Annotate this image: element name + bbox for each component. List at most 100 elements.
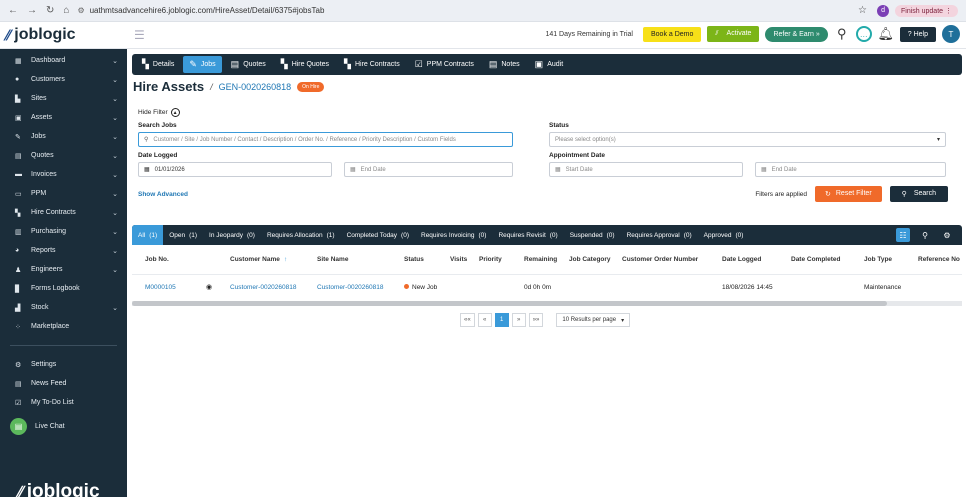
- sidebar-item-reports[interactable]: ◕ Reports ⌄: [0, 241, 127, 260]
- back-icon[interactable]: ←: [8, 5, 18, 16]
- first-page-button[interactable]: ««: [460, 313, 475, 327]
- sidebar-item-jobs[interactable]: ✎ Jobs ⌄: [0, 127, 127, 146]
- messages-icon[interactable]: …: [855, 26, 872, 42]
- page-1-button[interactable]: 1: [494, 313, 509, 327]
- map-pin-icon[interactable]: ⚲: [918, 228, 932, 242]
- next-page-button[interactable]: »: [511, 313, 526, 327]
- user-avatar[interactable]: T: [942, 25, 960, 43]
- sidebar-item-engineers[interactable]: ♟ Engineers ⌄: [0, 260, 127, 279]
- sidebar-item-marketplace[interactable]: ⁘ Marketplace: [0, 317, 127, 336]
- address-bar[interactable]: uathmtsadvancehire6.joblogic.com/HireAss…: [90, 6, 858, 15]
- results-per-page-select[interactable]: 10 Results per page ▾: [556, 313, 631, 327]
- site-settings-icon[interactable]: ⚙: [77, 6, 84, 15]
- global-search-icon[interactable]: ⚲: [834, 26, 850, 42]
- date-logged-end-input[interactable]: ▦ End Date: [344, 162, 513, 177]
- tab-quotes[interactable]: ▤ Quotes: [225, 56, 272, 73]
- tab-hire-contracts[interactable]: ▚ Hire Contracts: [338, 56, 406, 73]
- status-tab-suspended[interactable]: Suspended (0): [564, 225, 621, 245]
- sidebar-item-sites[interactable]: ▙ Sites ⌄: [0, 89, 127, 108]
- tab-notes[interactable]: ▤ Notes: [483, 56, 526, 73]
- home-icon[interactable]: ⌂: [63, 5, 69, 16]
- search-button[interactable]: ⚲ Search: [889, 186, 948, 202]
- status-tab-open[interactable]: Open (1): [163, 225, 203, 245]
- sidebar-item-purchasing[interactable]: ▥ Purchasing ⌄: [0, 222, 127, 241]
- cell-site[interactable]: Customer-0020260818: [317, 284, 384, 291]
- column-header-job-no[interactable]: Job No.: [145, 256, 169, 263]
- chevron-down-icon: ⌄: [112, 57, 118, 65]
- show-advanced-link[interactable]: Show Advanced: [138, 191, 188, 198]
- asset-code[interactable]: GEN-0020260818: [219, 82, 292, 92]
- column-header-date-logged[interactable]: Date Logged: [722, 256, 761, 263]
- status-tab-label: Requires Revisit: [498, 231, 546, 239]
- tab-hire-quotes[interactable]: ▚ Hire Quotes: [275, 56, 335, 73]
- status-tab-approved[interactable]: Approved (0): [698, 225, 750, 245]
- book-demo-button[interactable]: Book a Demo: [642, 26, 702, 42]
- sidebar-item-ppm[interactable]: ▭ PPM ⌄: [0, 184, 127, 203]
- tab-audit[interactable]: ▣ Audit: [529, 56, 569, 73]
- sidebar-item-forms-logbook[interactable]: ▊ Forms Logbook: [0, 279, 127, 298]
- bookmark-star-icon[interactable]: ☆: [858, 5, 867, 16]
- sidebar-item-my-to-do-list[interactable]: ☑ My To-Do List: [0, 393, 127, 412]
- status-tab-requires-revisit[interactable]: Requires Revisit (0): [492, 225, 563, 245]
- sidebar-item-hire-contracts[interactable]: ▚ Hire Contracts ⌄: [0, 203, 127, 222]
- finish-update-button[interactable]: Finish update ⋮: [895, 4, 958, 17]
- status-tab-all[interactable]: All (1): [132, 225, 164, 245]
- notifications-bell-icon[interactable]: 🔔︎: [878, 26, 895, 42]
- cell-job-no[interactable]: M0000105: [145, 284, 176, 291]
- status-tab-requires-invoicing[interactable]: Requires Invoicing (0): [415, 225, 492, 245]
- sidebar-item-news-feed[interactable]: ▤ News Feed: [0, 374, 127, 393]
- sidebar-item-quotes[interactable]: ▤ Quotes ⌄: [0, 146, 127, 165]
- column-settings-icon[interactable]: ⚙: [940, 228, 954, 242]
- appointment-end-input[interactable]: ▦ End Date: [755, 162, 946, 177]
- column-header-customer-name[interactable]: Customer Name: [230, 256, 280, 263]
- list-view-icon[interactable]: ☷: [896, 228, 910, 242]
- sidebar-item-stock[interactable]: ▟ Stock ⌄: [0, 298, 127, 317]
- reload-icon[interactable]: ↻: [46, 5, 54, 16]
- search-jobs-input[interactable]: ⚲ Customer / Site / Job Number / Contact…: [138, 132, 513, 147]
- live-chat-button[interactable]: ▤ Live Chat: [0, 414, 127, 439]
- status-tab-completed-today[interactable]: Completed Today (0): [341, 225, 415, 245]
- tab-jobs[interactable]: ✎ Jobs: [183, 56, 222, 73]
- reset-filter-button[interactable]: ↻ Reset Filter: [815, 186, 882, 202]
- tab-ppm-contracts[interactable]: ☑ PPM Contracts: [409, 56, 480, 73]
- appointment-start-input[interactable]: ▦ Start Date: [549, 162, 743, 177]
- sidebar-item-settings[interactable]: ⚙ Settings: [0, 355, 127, 374]
- status-tab-requires-approval[interactable]: Requires Approval (0): [621, 225, 698, 245]
- status-tab-requires-allocation[interactable]: Requires Allocation (1): [261, 225, 341, 245]
- activate-button[interactable]: ⫽ Activate: [707, 26, 760, 42]
- column-header-customer-order-number[interactable]: Customer Order Number: [622, 256, 698, 263]
- sort-ascending-icon[interactable]: ↑: [284, 256, 287, 263]
- column-header-job-type[interactable]: Job Type: [864, 256, 892, 263]
- column-header-priority[interactable]: Priority: [479, 256, 502, 263]
- hide-filter-toggle[interactable]: Hide Filter ▲: [138, 108, 948, 117]
- forward-icon[interactable]: →: [27, 5, 37, 16]
- column-header-status[interactable]: Status: [404, 256, 424, 263]
- sidebar-item-label: Assets: [31, 114, 53, 121]
- table-row[interactable]: M0000105 Customer-0020260818 Customer-0020…: [132, 275, 962, 299]
- sidebar-item-customers[interactable]: ● Customers ⌄: [0, 70, 127, 89]
- cell-customer[interactable]: Customer-0020260818: [230, 284, 297, 291]
- sidebar-item-dashboard[interactable]: ▦ Dashboard ⌄: [0, 51, 127, 70]
- tab-details[interactable]: ▚ Details: [136, 56, 180, 73]
- last-page-button[interactable]: »»: [528, 313, 544, 327]
- horizontal-scrollbar[interactable]: [132, 301, 962, 306]
- date-logged-start-input[interactable]: ▦ 01/01/2026: [138, 162, 332, 177]
- help-button[interactable]: ? Help: [899, 26, 936, 42]
- browser-profile-avatar[interactable]: d: [877, 4, 890, 17]
- column-header-reference-no[interactable]: Reference No: [918, 256, 960, 263]
- prev-page-button[interactable]: «: [477, 313, 492, 327]
- column-header-job-category[interactable]: Job Category: [569, 256, 611, 263]
- column-header-date-completed[interactable]: Date Completed: [791, 256, 840, 263]
- view-eye-icon[interactable]: ◉: [206, 283, 212, 291]
- menu-toggle-icon[interactable]: ☰: [134, 28, 145, 42]
- app-logo[interactable]: ⫽ joblogic: [0, 26, 128, 44]
- column-header-site-name[interactable]: Site Name: [317, 256, 348, 263]
- column-header-remaining[interactable]: Remaining: [524, 256, 557, 263]
- scrollbar-thumb[interactable]: [132, 301, 887, 306]
- column-header-visits[interactable]: Visits: [450, 256, 467, 263]
- refer-earn-button[interactable]: Refer & Earn »: [765, 26, 828, 42]
- sidebar-item-invoices[interactable]: ▬ Invoices ⌄: [0, 165, 127, 184]
- status-select[interactable]: Please select option(s) ▾: [549, 132, 946, 147]
- status-tab-in-jeopardy[interactable]: In Jeopardy (0): [203, 225, 261, 245]
- sidebar-item-assets[interactable]: ▣ Assets ⌄: [0, 108, 127, 127]
